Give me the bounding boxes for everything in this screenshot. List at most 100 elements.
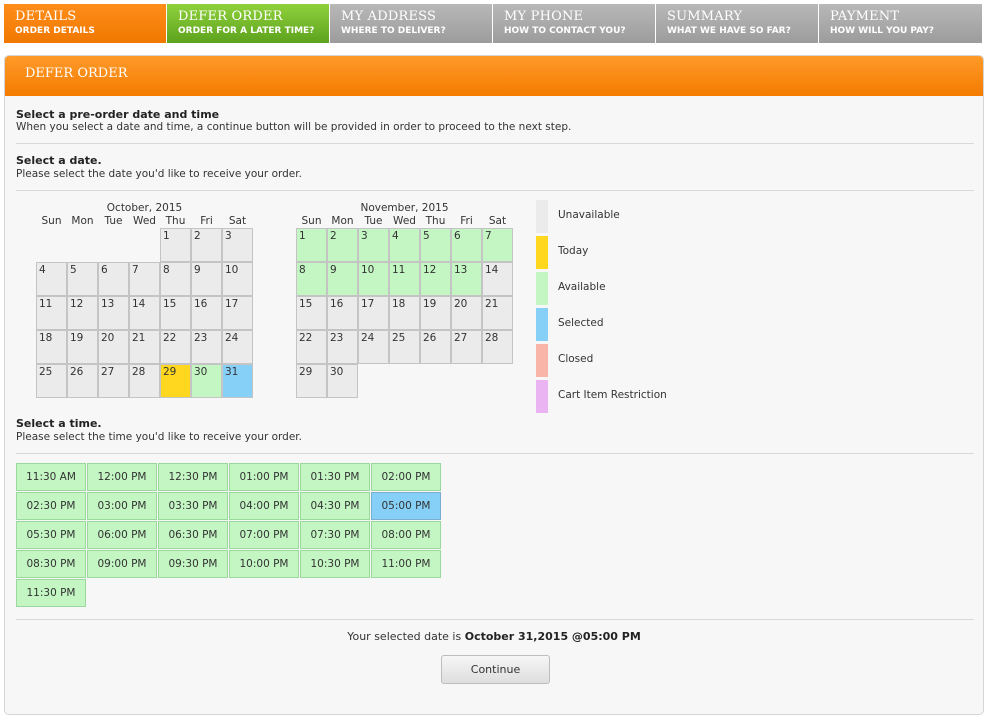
weekday-label: Sat: [488, 215, 507, 227]
calendar-day-available[interactable]: 30: [191, 364, 222, 398]
weekday-label: Fri: [200, 215, 213, 227]
time-slot-button[interactable]: 04:00 PM: [229, 492, 299, 520]
legend-label: Available: [558, 281, 606, 293]
calendar-day-unavailable: 17: [358, 296, 389, 330]
time-slot-button[interactable]: 12:00 PM: [87, 463, 157, 491]
time-slot-button[interactable]: 02:30 PM: [16, 492, 86, 520]
calendar-day-unavailable: 25: [389, 330, 420, 364]
time-slot-button[interactable]: 03:00 PM: [87, 492, 157, 520]
calendar-day-unavailable: 15: [296, 296, 327, 330]
calendar-day-today[interactable]: 29: [160, 364, 191, 398]
calendar-day-available[interactable]: 4: [389, 228, 420, 262]
legend-swatch: [536, 200, 548, 233]
calendar-day-unavailable: 21: [129, 330, 160, 364]
calendar-month-title: October, 2015: [106, 202, 183, 214]
tab-title: MY PHONE: [504, 9, 584, 24]
calendar-day-unavailable: 23: [327, 330, 358, 364]
calendar-day-unavailable: 24: [358, 330, 389, 364]
calendar-day-available[interactable]: 7: [482, 228, 513, 262]
tab-payment[interactable]: PAYMENT HOW WILL YOU PAY?: [819, 4, 982, 43]
weekday-label: Sun: [301, 215, 322, 227]
time-slot-button[interactable]: 08:00 PM: [371, 521, 441, 549]
calendar-day-unavailable: 19: [67, 330, 98, 364]
tab-my-phone[interactable]: MY PHONE HOW TO CONTACT YOU?: [493, 4, 656, 43]
calendar-day-unavailable: 26: [67, 364, 98, 398]
time-slot-button[interactable]: 04:30 PM: [300, 492, 370, 520]
calendar-day-available[interactable]: 10: [358, 262, 389, 296]
calendar-day-unavailable: 13: [98, 296, 129, 330]
legend-label: Unavailable: [558, 209, 620, 221]
tab-title: DETAILS: [15, 9, 77, 24]
time-slot-button[interactable]: 01:00 PM: [229, 463, 299, 491]
time-slot-button[interactable]: 09:30 PM: [158, 550, 228, 578]
time-slot-button[interactable]: 08:30 PM: [16, 550, 86, 578]
calendar-day-unavailable: 18: [36, 330, 67, 364]
calendar-day-available[interactable]: 12: [420, 262, 451, 296]
time-slot-button[interactable]: 05:30 PM: [16, 521, 86, 549]
calendar-month-title: November, 2015: [360, 202, 449, 214]
calendar-day-available[interactable]: 2: [327, 228, 358, 262]
tab-summary[interactable]: SUMMARY WHAT WE HAVE SO FAR?: [656, 4, 819, 43]
weekday-label: Thu: [165, 215, 186, 227]
calendar-day-selected[interactable]: 31: [222, 364, 253, 398]
calendar-day-available[interactable]: 8: [296, 262, 327, 296]
time-slot-button[interactable]: 06:30 PM: [158, 521, 228, 549]
time-slot-button[interactable]: 06:00 PM: [87, 521, 157, 549]
time-slot-button[interactable]: 09:00 PM: [87, 550, 157, 578]
calendar-day-available[interactable]: 3: [358, 228, 389, 262]
legend-item: Today: [536, 236, 736, 269]
calendar-day-unavailable: 22: [296, 330, 327, 364]
legend-label: Selected: [558, 317, 604, 329]
selected-date-summary: Your selected date is October 31,2015 @0…: [5, 630, 983, 643]
calendar-day-available[interactable]: 13: [451, 262, 482, 296]
tab-subtitle: HOW WILL YOU PAY?: [830, 26, 935, 36]
calendar-day-unavailable: 14: [129, 296, 160, 330]
continue-button[interactable]: Continue: [441, 655, 550, 684]
time-slot-button[interactable]: 07:30 PM: [300, 521, 370, 549]
calendar-october-2015: October, 2015 Sun Mon Tue Wed Thu Fri Sa…: [36, 202, 253, 402]
time-slot-button[interactable]: 11:00 PM: [371, 550, 441, 578]
selected-date-prefix: Your selected date is: [347, 630, 462, 643]
calendar-day-unavailable: 5: [67, 262, 98, 296]
time-slot-button[interactable]: 10:00 PM: [229, 550, 299, 578]
time-slot-button[interactable]: 02:00 PM: [371, 463, 441, 491]
calendar-day-unavailable: 12: [67, 296, 98, 330]
time-slot-button[interactable]: 01:30 PM: [300, 463, 370, 491]
calendar-day-available[interactable]: 5: [420, 228, 451, 262]
time-slot-button[interactable]: 11:30 AM: [16, 463, 86, 491]
tab-defer-order[interactable]: DEFER ORDER ORDER FOR A LATER TIME?: [167, 4, 330, 43]
time-slot-button[interactable]: 05:00 PM: [371, 492, 441, 520]
legend-label: Closed: [558, 353, 594, 365]
tab-title: SUMMARY: [667, 9, 743, 24]
time-slot-button[interactable]: 07:00 PM: [229, 521, 299, 549]
divider: [16, 619, 974, 620]
tab-subtitle: WHERE TO DELIVER?: [341, 26, 446, 36]
time-slot-button[interactable]: 03:30 PM: [158, 492, 228, 520]
calendar-day-available[interactable]: 9: [327, 262, 358, 296]
divider: [16, 190, 974, 191]
calendar-day-available[interactable]: 11: [389, 262, 420, 296]
calendar-day-unavailable: 6: [98, 262, 129, 296]
calendar-day-unavailable: 2: [191, 228, 222, 262]
calendar-day-available[interactable]: 1: [296, 228, 327, 262]
calendar-day-unavailable: 28: [482, 330, 513, 364]
time-slot-button[interactable]: 10:30 PM: [300, 550, 370, 578]
calendar-day-available[interactable]: 6: [451, 228, 482, 262]
weekday-label: Mon: [331, 215, 354, 227]
legend-label: Today: [558, 245, 589, 257]
calendar-day-unavailable: 22: [160, 330, 191, 364]
tab-my-address[interactable]: MY ADDRESS WHERE TO DELIVER?: [330, 4, 493, 43]
legend-swatch: [536, 272, 548, 305]
date-section-subtitle: Please select the date you'd like to rec…: [16, 168, 302, 180]
legend-item: Closed: [536, 344, 736, 377]
legend-swatch: [536, 380, 548, 413]
calendar-day-unavailable: 16: [191, 296, 222, 330]
calendar-day-unavailable: 28: [129, 364, 160, 398]
legend-item: Selected: [536, 308, 736, 341]
calendar-day-unavailable: 14: [482, 262, 513, 296]
tab-details[interactable]: DETAILS ORDER DETAILS: [4, 4, 167, 43]
time-slot-button[interactable]: 11:30 PM: [16, 579, 86, 607]
calendar-day-unavailable: 9: [191, 262, 222, 296]
calendar-day-unavailable: 27: [451, 330, 482, 364]
time-slot-button[interactable]: 12:30 PM: [158, 463, 228, 491]
